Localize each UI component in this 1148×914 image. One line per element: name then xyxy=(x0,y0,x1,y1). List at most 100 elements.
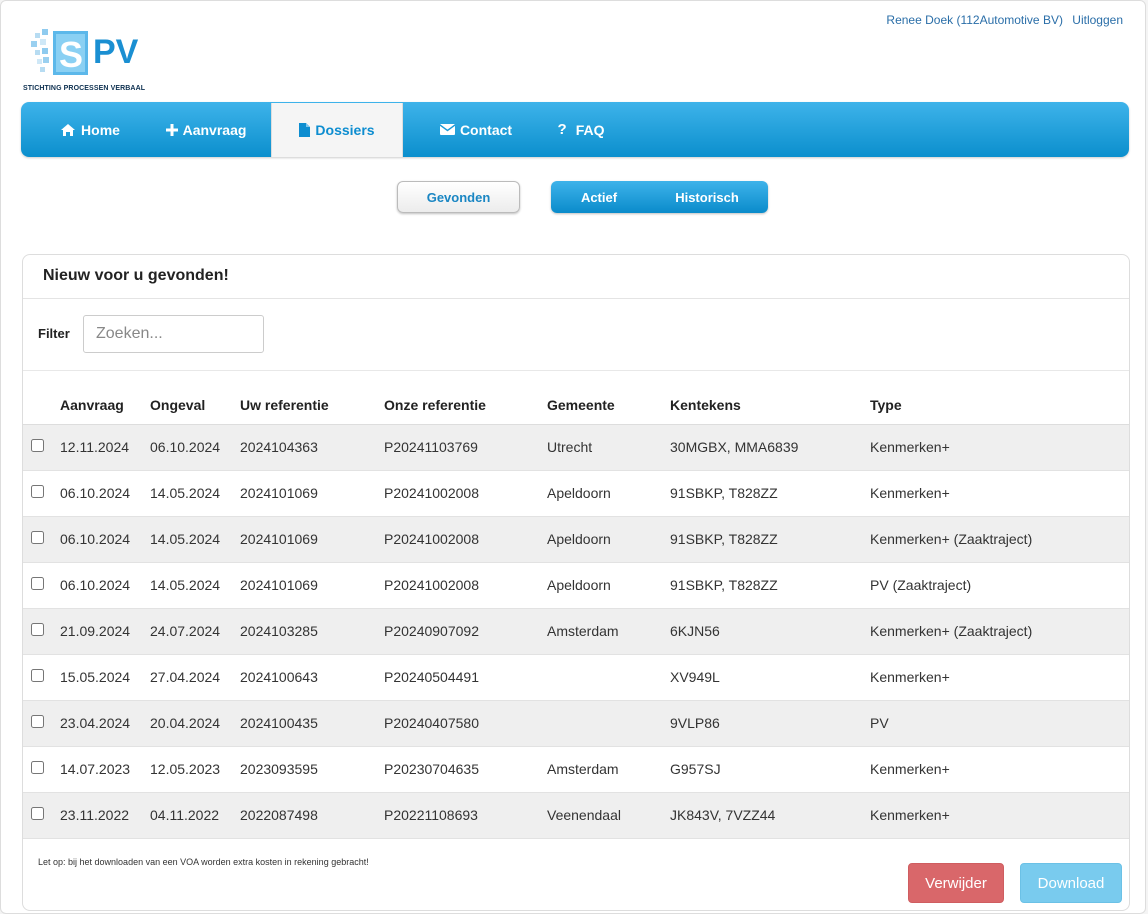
envelope-icon xyxy=(439,124,455,135)
nav-aanvraag-label: Aanvraag xyxy=(182,121,247,138)
question-icon: ? xyxy=(557,121,567,138)
table-row[interactable]: 12.11.2024 06.10.2024 2024104363 P202411037… xyxy=(23,424,1129,471)
row-checkbox[interactable] xyxy=(31,623,44,636)
table-row[interactable]: 21.09.2024 24.07.2024 2024103285 P202409070… xyxy=(23,608,1129,655)
row-select-cell xyxy=(23,562,60,609)
dossier-table: Aanvraag Ongeval Uw referentie Onze refe… xyxy=(23,386,1129,839)
cell-gemeente: Amsterdam xyxy=(547,746,670,793)
cell-ongeval: 04.11.2022 xyxy=(150,792,240,839)
page: Renee Doek (112Automotive BV) Uitloggen … xyxy=(0,0,1146,914)
nav-home-label: Home xyxy=(81,121,120,138)
cell-kentekens: 91SBKP, T828ZZ xyxy=(670,516,870,563)
table-row[interactable]: 15.05.2024 27.04.2024 2024100643 P202405044… xyxy=(23,654,1129,701)
row-select-cell xyxy=(23,746,60,793)
column-header-ongeval[interactable]: Ongeval xyxy=(150,386,240,425)
user-name-link[interactable]: Renee Doek (112Automotive BV) xyxy=(886,13,1063,27)
row-checkbox[interactable] xyxy=(31,439,44,452)
row-checkbox[interactable] xyxy=(31,669,44,682)
cell-onze-referentie: P20241103769 xyxy=(384,424,547,471)
column-header-uw-referentie[interactable]: Uw referentie xyxy=(240,386,384,425)
row-checkbox[interactable] xyxy=(31,807,44,820)
delete-button[interactable]: Verwijder xyxy=(908,863,1004,903)
table-row[interactable]: 14.07.2023 12.05.2023 2023093595 P202307046… xyxy=(23,746,1129,793)
svg-text:S: S xyxy=(59,34,83,75)
column-header-type[interactable]: Type xyxy=(870,386,1129,425)
cell-gemeente: Apeldoorn xyxy=(547,516,670,563)
spv-logo[interactable]: S PV STICHTING PROCESSEN VERBAAL xyxy=(23,27,153,97)
nav-contact[interactable]: Contact xyxy=(426,102,526,157)
logo-letters: PV xyxy=(93,33,139,71)
row-checkbox[interactable] xyxy=(31,531,44,544)
table-row[interactable]: 06.10.2024 14.05.2024 2024101069 P202410020… xyxy=(23,562,1129,609)
cell-gemeente: Apeldoorn xyxy=(547,562,670,609)
cell-kentekens: XV949L xyxy=(670,654,870,701)
file-icon xyxy=(299,123,311,137)
cell-onze-referentie: P20221108693 xyxy=(384,792,547,839)
cell-gemeente: Amsterdam xyxy=(547,608,670,655)
cell-type: Kenmerken+ xyxy=(870,424,1129,471)
table-row[interactable]: 06.10.2024 14.05.2024 2024101069 P202410020… xyxy=(23,470,1129,517)
cell-gemeente xyxy=(547,700,670,747)
actief-button[interactable]: Actief xyxy=(551,181,647,213)
divider xyxy=(23,370,1129,371)
cell-type: Kenmerken+ xyxy=(870,746,1129,793)
nav-dossiers[interactable]: Dossiers xyxy=(271,103,403,157)
cell-ongeval: 20.04.2024 xyxy=(150,700,240,747)
cell-aanvraag: 23.11.2022 xyxy=(60,792,150,839)
cell-uw-referentie: 2024101069 xyxy=(240,470,384,517)
row-checkbox[interactable] xyxy=(31,761,44,774)
cell-gemeente xyxy=(547,654,670,701)
cell-onze-referentie: P20240504491 xyxy=(384,654,547,701)
cell-ongeval: 27.04.2024 xyxy=(150,654,240,701)
cell-uw-referentie: 2024104363 xyxy=(240,424,384,471)
cell-kentekens: 9VLP86 xyxy=(670,700,870,747)
table-row[interactable]: 23.11.2022 04.11.2022 2022087498 P202211086… xyxy=(23,792,1129,839)
gevonden-button[interactable]: Gevonden xyxy=(397,181,520,213)
search-input[interactable] xyxy=(83,315,264,353)
cell-type: Kenmerken+ xyxy=(870,470,1129,517)
row-select-cell xyxy=(23,516,60,563)
nav-faq-label: FAQ xyxy=(575,121,605,138)
row-checkbox[interactable] xyxy=(31,485,44,498)
nav-home[interactable]: Home xyxy=(40,102,140,157)
cell-onze-referentie: P20241002008 xyxy=(384,470,547,517)
column-header-gemeente[interactable]: Gemeente xyxy=(547,386,670,425)
cell-kentekens: 91SBKP, T828ZZ xyxy=(670,562,870,609)
cell-type: PV (Zaaktraject) xyxy=(870,562,1129,609)
table-row[interactable]: 23.04.2024 20.04.2024 2024100435 P202404075… xyxy=(23,700,1129,747)
column-header-aanvraag[interactable]: Aanvraag xyxy=(60,386,150,425)
table-header-row: Aanvraag Ongeval Uw referentie Onze refe… xyxy=(23,386,1129,425)
cell-uw-referentie: 2023093595 xyxy=(240,746,384,793)
cell-uw-referentie: 2024100643 xyxy=(240,654,384,701)
cell-ongeval: 14.05.2024 xyxy=(150,516,240,563)
nav-contact-label: Contact xyxy=(459,121,513,138)
cell-ongeval: 24.07.2024 xyxy=(150,608,240,655)
cell-aanvraag: 12.11.2024 xyxy=(60,424,150,471)
header-checkbox-column xyxy=(23,386,60,425)
cell-onze-referentie: P20240907092 xyxy=(384,608,547,655)
cell-aanvraag: 21.09.2024 xyxy=(60,608,150,655)
cell-aanvraag: 06.10.2024 xyxy=(60,562,150,609)
row-select-cell xyxy=(23,700,60,747)
logout-link[interactable]: Uitloggen xyxy=(1072,13,1123,27)
historisch-button[interactable]: Historisch xyxy=(647,181,767,213)
cell-gemeente: Veenendaal xyxy=(547,792,670,839)
table-row[interactable]: 06.10.2024 14.05.2024 2024101069 P202410020… xyxy=(23,516,1129,563)
cell-aanvraag: 23.04.2024 xyxy=(60,700,150,747)
cell-ongeval: 14.05.2024 xyxy=(150,470,240,517)
cell-aanvraag: 06.10.2024 xyxy=(60,516,150,563)
column-header-onze-referentie[interactable]: Onze referentie xyxy=(384,386,547,425)
cell-type: Kenmerken+ (Zaaktraject) xyxy=(870,516,1129,563)
cell-kentekens: 30MGBX, MMA6839 xyxy=(670,424,870,471)
row-checkbox[interactable] xyxy=(31,577,44,590)
download-button[interactable]: Download xyxy=(1020,863,1122,903)
cell-uw-referentie: 2024101069 xyxy=(240,562,384,609)
cell-ongeval: 12.05.2023 xyxy=(150,746,240,793)
cell-uw-referentie: 2024100435 xyxy=(240,700,384,747)
cell-type: Kenmerken+ (Zaaktraject) xyxy=(870,608,1129,655)
column-header-kentekens[interactable]: Kentekens xyxy=(670,386,870,425)
nav-aanvraag[interactable]: Aanvraag xyxy=(156,102,256,157)
row-checkbox[interactable] xyxy=(31,715,44,728)
row-select-cell xyxy=(23,424,60,471)
nav-faq[interactable]: ? FAQ xyxy=(546,102,616,157)
